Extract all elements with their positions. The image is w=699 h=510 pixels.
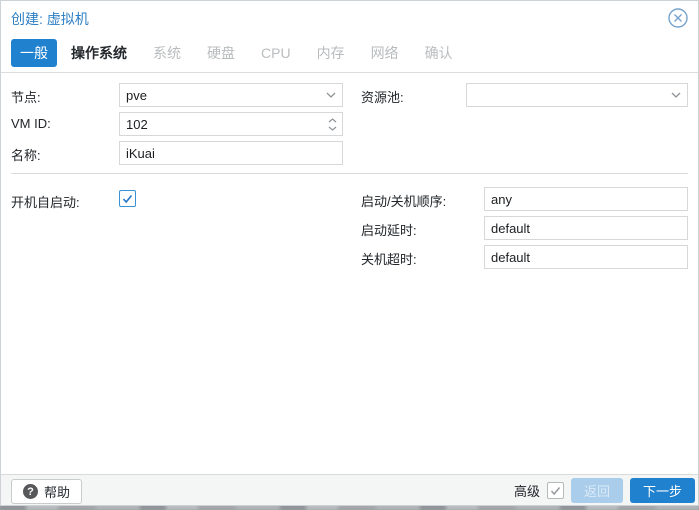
- startup-delay-input[interactable]: [485, 218, 687, 238]
- node-label: 节点:: [11, 90, 41, 105]
- tab-os[interactable]: 操作系统: [71, 43, 127, 63]
- footer-actions: 高级 返回 下一步: [514, 478, 695, 503]
- create-vm-dialog: 创建: 虚拟机 一般 操作系统 系统 硬盘 CPU 内存 网络 确认 节点: V…: [0, 0, 699, 506]
- onboot-label: 开机自启动:: [11, 195, 80, 210]
- dialog-title: 创建: 虚拟机: [11, 11, 89, 27]
- node-combobox[interactable]: [119, 83, 343, 107]
- startup-order-field[interactable]: [484, 187, 688, 211]
- pool-combobox[interactable]: [466, 83, 688, 107]
- startup-delay-field[interactable]: [484, 216, 688, 240]
- form-panel: [1, 72, 698, 474]
- help-button[interactable]: ? 帮助: [11, 479, 83, 504]
- onboot-checkbox[interactable]: [119, 190, 136, 207]
- vmid-label: VM ID:: [11, 116, 51, 131]
- wizard-tabbar: 一般 操作系统 系统 硬盘 CPU 内存 网络 确认: [11, 39, 479, 67]
- chevron-down-icon[interactable]: [320, 84, 342, 106]
- shutdown-timeout-label: 关机超时:: [361, 252, 417, 267]
- close-icon[interactable]: [667, 7, 689, 29]
- startup-delay-label: 启动延时:: [361, 223, 417, 238]
- tab-cpu: CPU: [261, 45, 291, 61]
- name-label: 名称:: [11, 148, 41, 163]
- tab-disks: 硬盘: [207, 45, 235, 61]
- advanced-checkbox[interactable]: [546, 482, 564, 499]
- shutdown-timeout-field[interactable]: [484, 245, 688, 269]
- help-icon: ?: [23, 484, 38, 499]
- pool-input[interactable]: [467, 85, 665, 105]
- tab-confirm: 确认: [424, 45, 453, 61]
- vmid-input[interactable]: [120, 114, 322, 134]
- tab-general[interactable]: 一般: [11, 39, 57, 67]
- next-button[interactable]: 下一步: [629, 478, 695, 503]
- tab-memory: 内存: [316, 45, 345, 61]
- vmid-spinner[interactable]: [119, 112, 343, 136]
- dialog-footer: ? 帮助 高级 返回 下一步: [1, 474, 698, 505]
- tab-system: 系统: [153, 45, 181, 61]
- advanced-label: 高级: [513, 484, 540, 499]
- pool-label: 资源池:: [361, 90, 404, 105]
- shutdown-timeout-input[interactable]: [485, 247, 687, 267]
- back-button: 返回: [570, 478, 623, 503]
- tab-network: 网络: [370, 45, 399, 61]
- name-field[interactable]: [119, 141, 343, 165]
- spinner-arrows-icon[interactable]: [322, 113, 342, 135]
- name-input[interactable]: [120, 143, 342, 163]
- startup-order-input[interactable]: [485, 189, 687, 209]
- chevron-down-icon[interactable]: [665, 84, 687, 106]
- advanced-section-divider: [11, 173, 688, 174]
- node-input[interactable]: [120, 85, 320, 105]
- startup-order-label: 启动/关机顺序:: [361, 194, 447, 209]
- help-button-label: 帮助: [44, 485, 71, 500]
